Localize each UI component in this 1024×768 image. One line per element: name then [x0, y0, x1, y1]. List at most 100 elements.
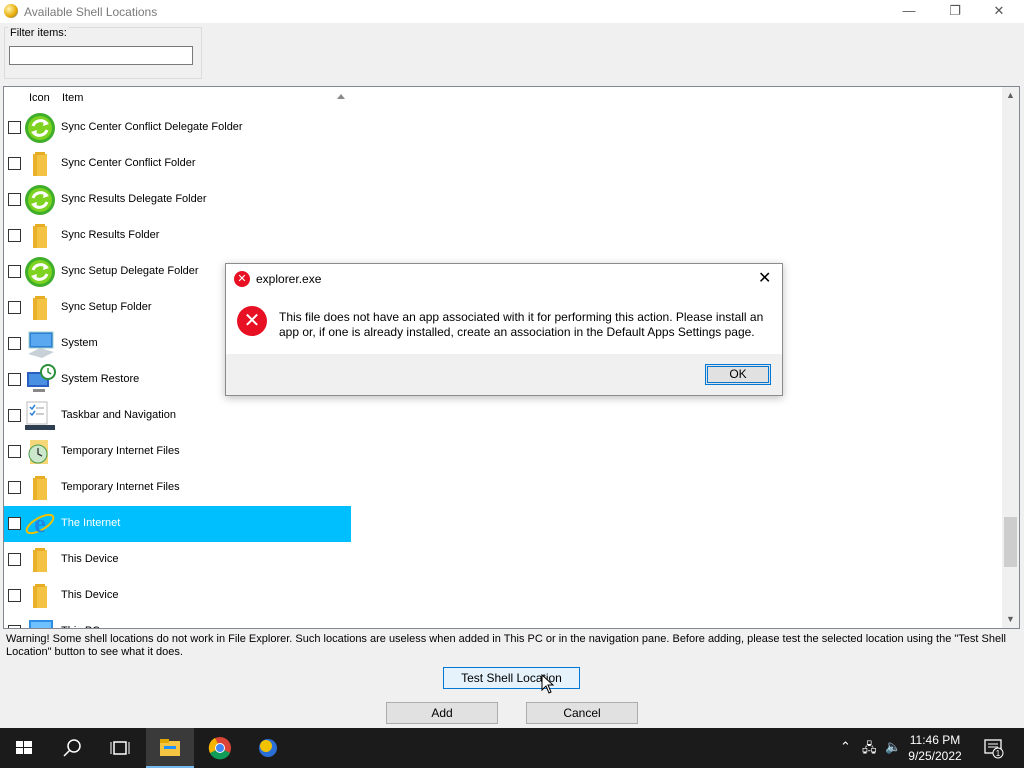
item-checkbox[interactable] [8, 481, 21, 494]
list-item[interactable]: Sync Results Delegate Folder [4, 182, 351, 218]
system-icon [24, 328, 56, 360]
search-icon [63, 739, 81, 757]
mouse-cursor-icon [541, 674, 555, 694]
scroll-down-icon[interactable]: ▼ [1002, 611, 1019, 628]
item-label: This Device [61, 553, 119, 565]
item-checkbox[interactable] [8, 157, 21, 170]
task-view-icon [110, 741, 130, 755]
notification-icon: 1 [984, 739, 1004, 759]
app-taskbar-button[interactable] [244, 728, 292, 768]
folder-icon [24, 544, 56, 576]
chevron-up-icon[interactable]: ⌃ [840, 739, 851, 755]
item-label: Sync Center Conflict Folder [61, 157, 196, 169]
start-button[interactable] [0, 728, 48, 768]
list-item[interactable]: Sync Center Conflict Delegate Folder [4, 110, 351, 146]
item-label: The Internet [61, 517, 121, 529]
filter-input[interactable] [9, 46, 193, 65]
item-label: Sync Results Folder [61, 229, 160, 241]
taskbar-icon [24, 400, 56, 432]
test-shell-location-button[interactable]: Test Shell Location [443, 667, 580, 689]
list-item[interactable]: This PC [4, 614, 351, 628]
chrome-icon [208, 737, 231, 760]
item-label: Sync Results Delegate Folder [61, 193, 207, 205]
title-bar: Available Shell Locations — ❐ ✕ [0, 0, 1024, 23]
sync-icon [24, 256, 56, 288]
error-dialog: ✕ explorer.exe ✕ ✕ This file does not ha… [225, 263, 783, 396]
add-button[interactable]: Add [386, 702, 498, 724]
list-item[interactable]: Sync Center Conflict Folder [4, 146, 351, 182]
item-label: Temporary Internet Files [61, 445, 180, 457]
list-item[interactable]: e The Internet [4, 506, 351, 542]
vertical-scrollbar[interactable]: ▲ ▼ [1002, 87, 1019, 628]
item-label: Sync Center Conflict Delegate Folder [61, 121, 243, 133]
notification-count: 1 [996, 749, 1001, 758]
list-item[interactable]: Taskbar and Navigation [4, 398, 351, 434]
column-header-icon[interactable]: Icon [29, 92, 50, 104]
dialog-content: ✕ explorer.exe ✕ ✕ This file does not ha… [226, 264, 782, 354]
item-checkbox[interactable] [8, 337, 21, 350]
maximize-button[interactable]: ❐ [932, 0, 978, 23]
task-view-button[interactable] [96, 728, 144, 768]
folder-icon [24, 292, 56, 324]
ok-label: OK [729, 367, 747, 381]
dialog-message: This file does not have an app associate… [279, 310, 764, 339]
app-icon [4, 4, 18, 18]
item-checkbox[interactable] [8, 445, 21, 458]
error-icon: ✕ [237, 306, 267, 336]
taskbar: ⌃ 🖧 🔈 11:46 PM 9/25/2022 1 [0, 728, 1024, 768]
action-center-button[interactable]: 1 [983, 737, 1005, 762]
volume-icon[interactable]: 🔈 [885, 739, 901, 755]
dialog-title: explorer.exe [256, 272, 322, 286]
item-checkbox[interactable] [8, 121, 21, 134]
item-checkbox[interactable] [8, 265, 21, 278]
file-explorer-taskbar-button[interactable] [146, 728, 194, 768]
file-explorer-icon [160, 739, 180, 756]
temp-internet-icon [24, 436, 56, 468]
item-label: This Device [61, 589, 119, 601]
clock[interactable]: 11:46 PM 9/25/2022 [905, 732, 965, 764]
cancel-button[interactable]: Cancel [526, 702, 638, 724]
column-header-item[interactable]: Item [62, 92, 83, 104]
windows-logo-icon [16, 741, 32, 754]
item-label: Sync Setup Folder [61, 301, 152, 313]
this-pc-icon [24, 616, 56, 628]
minimize-button[interactable]: — [886, 0, 932, 23]
svg-text:e: e [34, 509, 46, 538]
item-checkbox[interactable] [8, 193, 21, 206]
item-checkbox[interactable] [8, 553, 21, 566]
search-button[interactable] [48, 728, 96, 768]
sort-ascending-icon [337, 94, 345, 99]
item-label: Sync Setup Delegate Folder [61, 265, 199, 277]
list-header: Icon Item [4, 87, 1004, 109]
close-button[interactable]: ✕ [976, 0, 1022, 23]
item-checkbox[interactable] [8, 625, 21, 628]
internet-explorer-icon: e [24, 508, 56, 540]
window-title: Available Shell Locations [24, 5, 158, 19]
sync-icon [24, 184, 56, 216]
filter-label: Filter items: [8, 27, 69, 39]
system-restore-icon [24, 364, 56, 396]
item-checkbox[interactable] [8, 301, 21, 314]
item-checkbox[interactable] [8, 229, 21, 242]
item-checkbox[interactable] [8, 589, 21, 602]
network-icon[interactable]: 🖧 [862, 739, 877, 761]
scrollbar-thumb[interactable] [1004, 517, 1017, 567]
list-item[interactable]: Temporary Internet Files [4, 434, 351, 470]
folder-icon [24, 148, 56, 180]
list-item[interactable]: Temporary Internet Files [4, 470, 351, 506]
item-label: This PC [61, 625, 100, 628]
dialog-close-icon[interactable]: ✕ [758, 268, 771, 288]
item-label: Temporary Internet Files [61, 481, 180, 493]
chrome-taskbar-button[interactable] [196, 728, 244, 768]
folder-icon [24, 580, 56, 612]
item-label: System Restore [61, 373, 140, 385]
scroll-up-icon[interactable]: ▲ [1002, 87, 1019, 104]
dialog-ok-button[interactable]: OK [705, 364, 771, 385]
item-checkbox[interactable] [8, 409, 21, 422]
item-checkbox[interactable] [8, 517, 21, 530]
list-item[interactable]: This Device [4, 542, 351, 578]
item-checkbox[interactable] [8, 373, 21, 386]
list-item[interactable]: Sync Results Folder [4, 218, 351, 254]
folder-icon [24, 472, 56, 504]
list-item[interactable]: This Device [4, 578, 351, 614]
